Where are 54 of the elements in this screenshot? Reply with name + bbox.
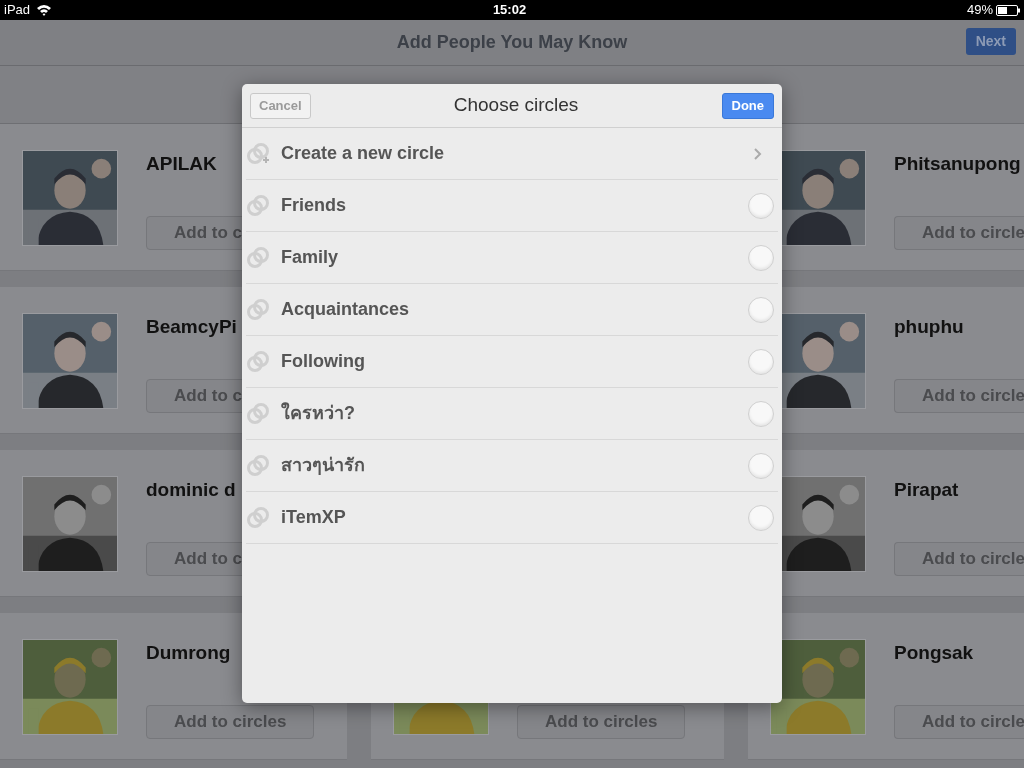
circle-row[interactable]: Create a new circle: [246, 128, 778, 180]
circle-name: Following: [281, 350, 366, 373]
next-button[interactable]: Next: [965, 28, 1016, 55]
circle-row[interactable]: สาวๆน่ารัก: [246, 440, 778, 492]
person-name: Pirapat: [894, 478, 959, 502]
add-to-circles-button[interactable]: Add to circle: [894, 216, 1024, 250]
person-name: BeamcyPi: [146, 315, 237, 339]
person-name: Pongsak: [894, 641, 974, 665]
circles-icon: [246, 505, 270, 530]
circle-name: Acquaintances: [281, 298, 411, 321]
add-to-circles-button[interactable]: Add to circles: [517, 705, 685, 739]
device-name: iPad: [4, 1, 31, 20]
circles-icon: [246, 349, 270, 374]
clock: 15:02: [492, 1, 527, 20]
dialog-title: Choose circles: [453, 93, 579, 118]
done-button[interactable]: Done: [721, 92, 774, 119]
chevron-right-icon: [754, 147, 762, 160]
battery-percent: 49%: [966, 1, 993, 20]
select-radio[interactable]: [748, 452, 774, 479]
add-to-circles-button[interactable]: Add to circles: [146, 705, 314, 739]
circles-icon: [246, 453, 270, 478]
person-name: dominic d: [146, 478, 236, 502]
circles-icon: [246, 297, 270, 322]
select-radio[interactable]: [748, 192, 774, 219]
person-name: phuphu: [894, 315, 964, 339]
circle-name: Friends: [281, 194, 347, 217]
add-to-circles-button[interactable]: Add to circle: [894, 379, 1024, 413]
circle-row[interactable]: Acquaintances: [246, 284, 778, 336]
circle-row[interactable]: ใครหว่า?: [246, 388, 778, 440]
person-name: Dumrong: [146, 641, 231, 665]
circle-row[interactable]: Friends: [246, 180, 778, 232]
select-radio[interactable]: [748, 348, 774, 375]
select-radio[interactable]: [748, 400, 774, 427]
page-title: Add People You May Know: [396, 31, 628, 54]
wifi-icon: [36, 4, 53, 16]
person-name: Phitsanupong: [894, 152, 1021, 176]
circle-row[interactable]: iTemXP: [246, 492, 778, 544]
select-radio[interactable]: [748, 296, 774, 323]
add-to-circles-button[interactable]: Add to circle: [894, 705, 1024, 739]
person-name: APILAK: [146, 152, 217, 176]
circles-icon: [246, 245, 270, 270]
select-radio[interactable]: [748, 504, 774, 531]
circles-icon: [246, 401, 270, 426]
cancel-button[interactable]: Cancel: [250, 92, 311, 119]
battery-icon: [996, 4, 1020, 16]
add-circle-icon: [246, 141, 270, 166]
circle-name: Create a new circle: [281, 142, 446, 165]
circle-row[interactable]: Family: [246, 232, 778, 284]
circle-row[interactable]: Following: [246, 336, 778, 388]
select-radio[interactable]: [748, 244, 774, 271]
add-to-circles-button[interactable]: Add to circle: [894, 542, 1024, 576]
circle-name: iTemXP: [281, 506, 347, 529]
circle-name: สาวๆน่ารัก: [281, 454, 366, 477]
circles-icon: [246, 193, 270, 218]
